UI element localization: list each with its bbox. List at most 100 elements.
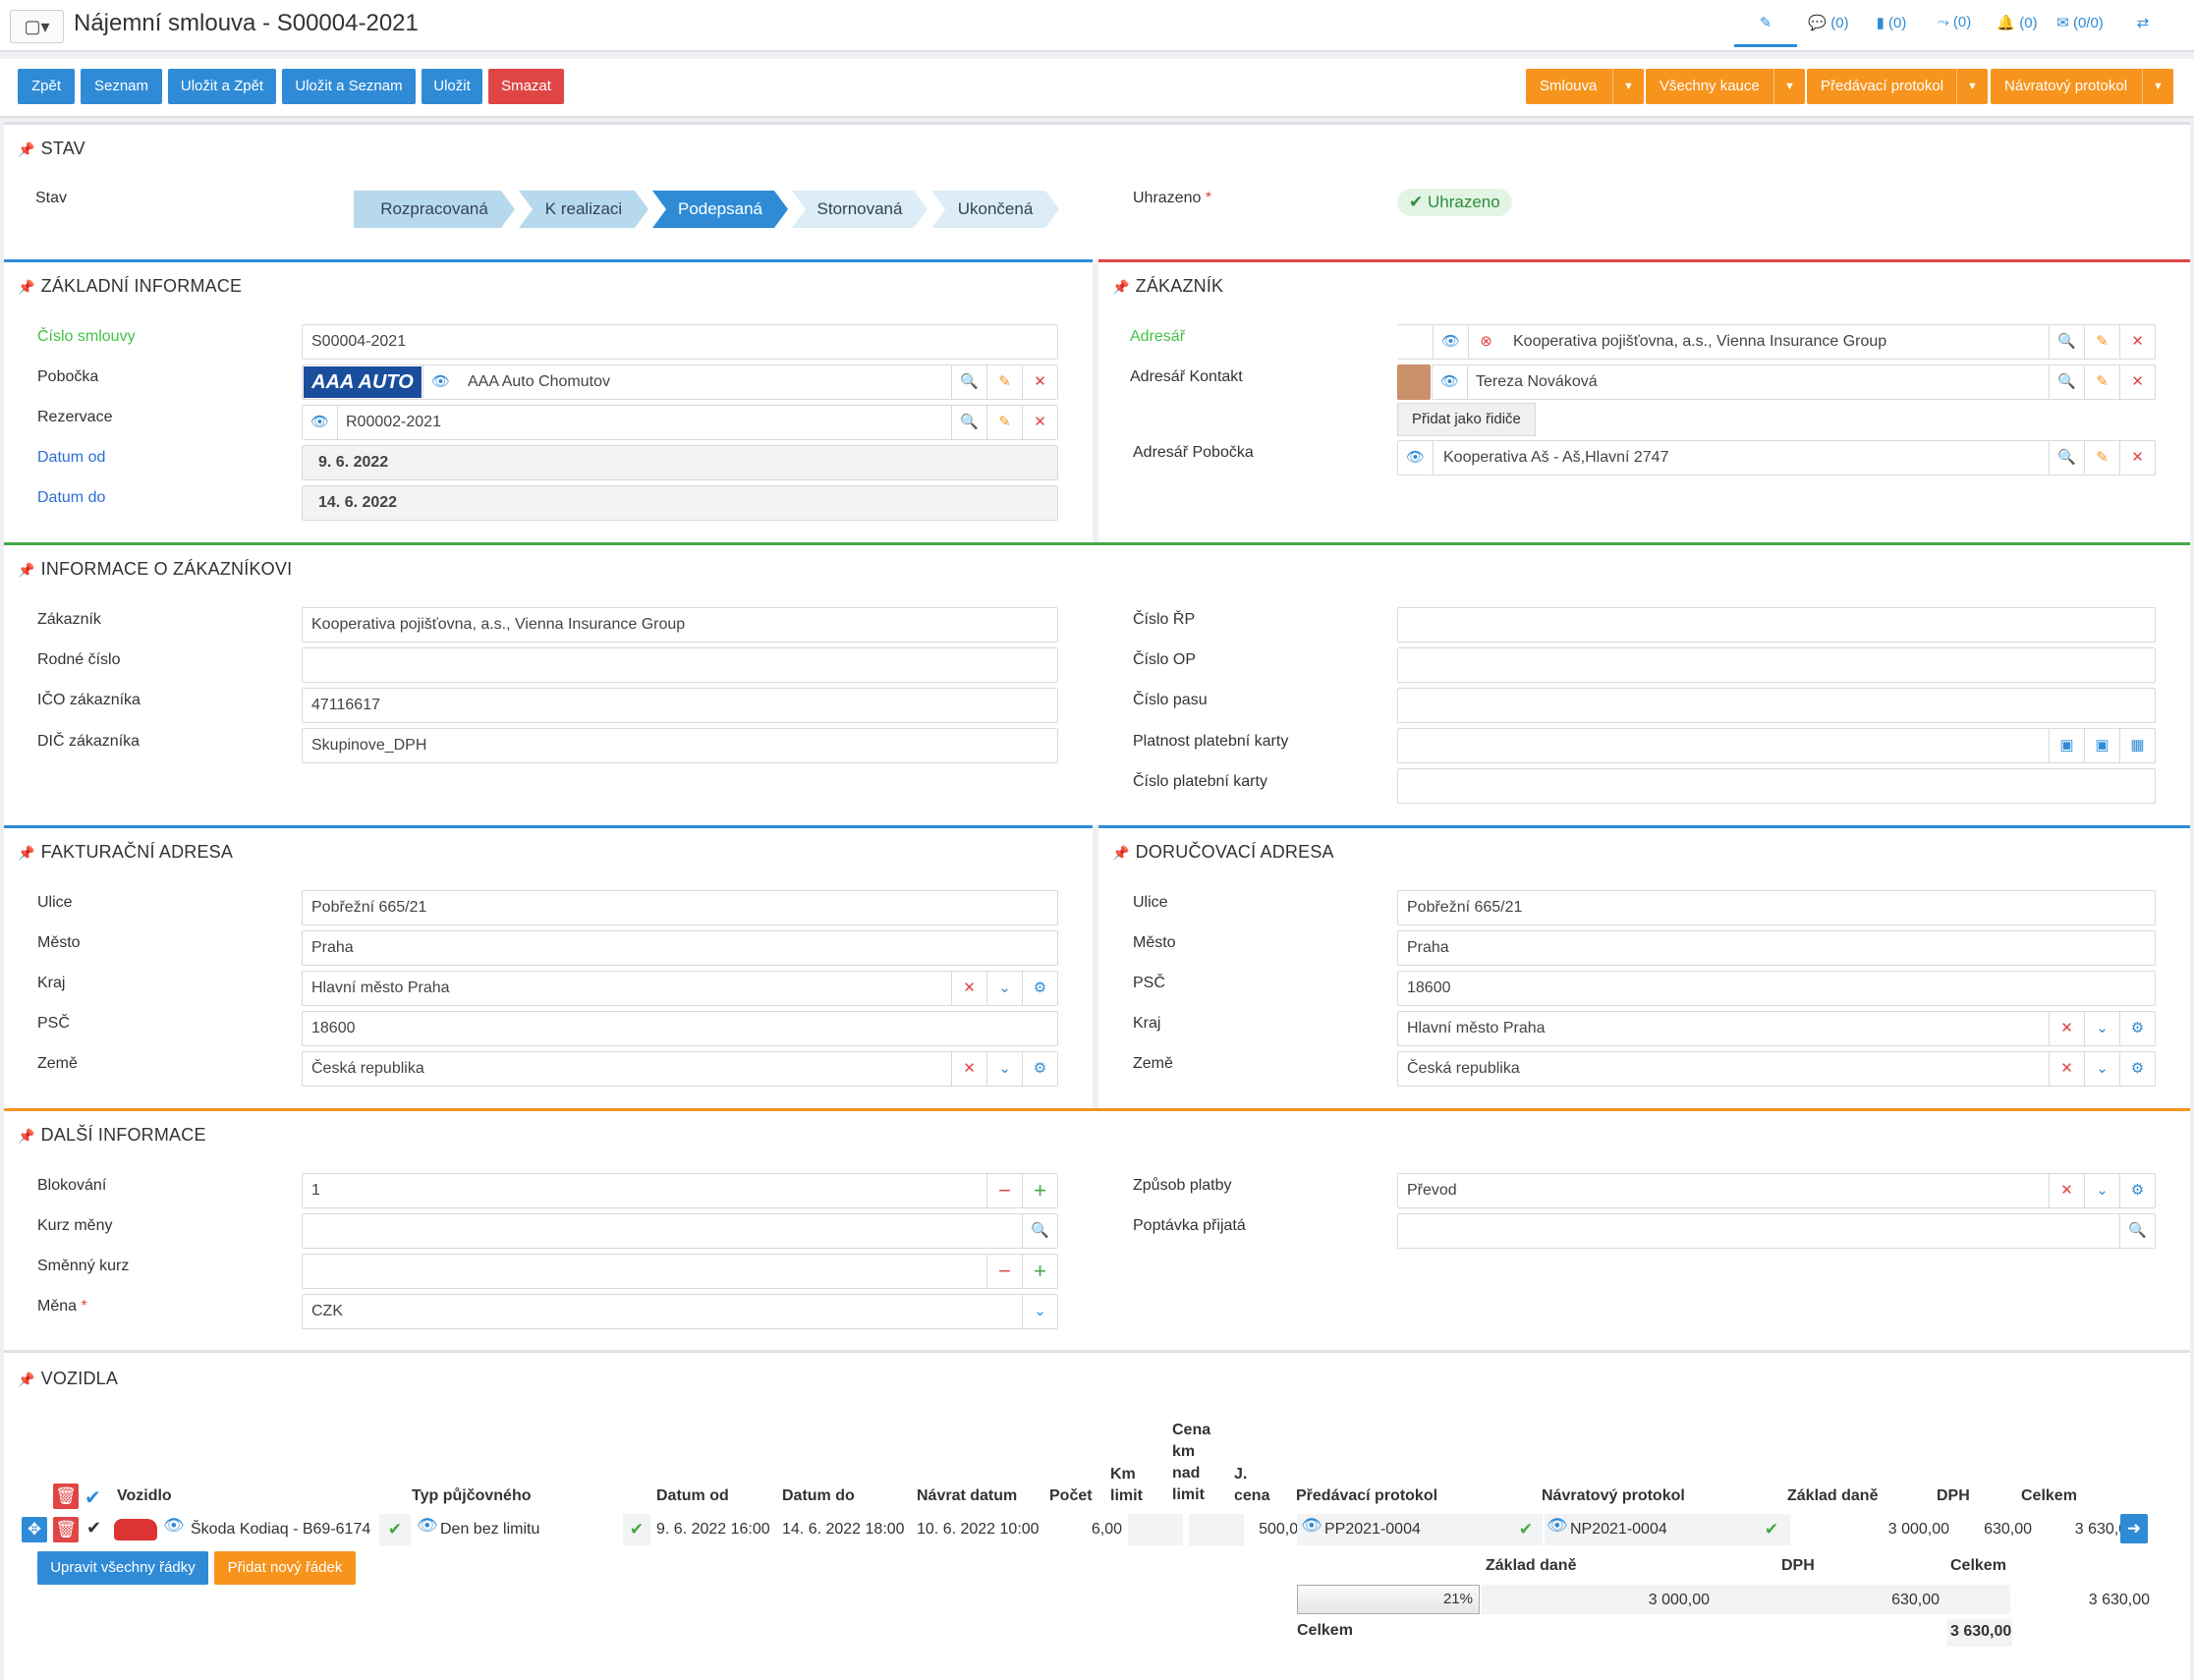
- branch-address-field[interactable]: 👁 Kooperativa Aš - Aš,Hlavní 2747 🔍 ✎ ✕: [1397, 440, 2156, 476]
- clear-x-icon[interactable]: ✕: [2119, 325, 2155, 359]
- search-icon[interactable]: 🔍: [2119, 1214, 2155, 1248]
- handover-dropdown[interactable]: Předávací protokol ▼: [1807, 69, 1988, 104]
- contract-dropdown[interactable]: Smlouva ▼: [1526, 69, 1644, 104]
- delete-button[interactable]: Smazat: [488, 69, 564, 104]
- edit-pencil-icon[interactable]: ✎: [2084, 441, 2119, 475]
- address-book-field[interactable]: 👁 ⊗ Kooperativa pojišťovna, a.s., Vienna…: [1397, 324, 2156, 360]
- save-list-button[interactable]: Uložit a Seznam: [282, 69, 416, 104]
- billing-country-select[interactable]: Česká republika ✕ ⌄ ⚙: [302, 1051, 1058, 1087]
- billing-region-select[interactable]: Hlavní město Praha ✕ ⌄ ⚙: [302, 971, 1058, 1006]
- clear-x-icon[interactable]: ✕: [1022, 365, 1057, 399]
- mail-tab[interactable]: ✉ (0/0): [2049, 14, 2111, 47]
- clear-x-icon[interactable]: ✕: [1022, 406, 1057, 439]
- save-back-button[interactable]: Uložit a Zpět: [168, 69, 276, 104]
- settings-gears-icon[interactable]: ⚙: [2119, 1174, 2155, 1207]
- view-eye-icon[interactable]: 👁: [163, 1516, 185, 1536]
- card-number-field[interactable]: [1397, 768, 2156, 804]
- check-all-icon[interactable]: ✔: [84, 1485, 101, 1510]
- clear-x-icon[interactable]: ✕: [2119, 441, 2155, 475]
- settings-gears-icon[interactable]: ⚙: [2119, 1012, 2155, 1045]
- check-icon[interactable]: ✔: [1757, 1514, 1786, 1545]
- trash-icon[interactable]: 🗑: [53, 1517, 79, 1542]
- remove-circle-icon[interactable]: ⊗: [1468, 325, 1503, 359]
- card-validity-field[interactable]: ▣ ▣ ▦: [1397, 728, 2156, 763]
- settings-gears-icon[interactable]: ⚙: [1022, 1052, 1057, 1086]
- files-tab[interactable]: ▮ (0): [1860, 14, 1923, 47]
- step-ukoncena[interactable]: Ukončená: [931, 191, 1059, 228]
- chevron-down-icon[interactable]: ⌄: [2084, 1174, 2119, 1207]
- chevron-down-icon[interactable]: ⌄: [2084, 1052, 2119, 1086]
- calendar-x-icon[interactable]: ▣: [2084, 729, 2119, 762]
- move-arrows-icon[interactable]: ✥: [22, 1517, 47, 1542]
- chevron-down-icon[interactable]: ⌄: [986, 972, 1022, 1005]
- paid-badge[interactable]: ✔ Uhrazeno: [1397, 189, 1512, 216]
- check-icon[interactable]: ✔: [379, 1514, 411, 1545]
- inquiry-field[interactable]: 🔍: [1397, 1213, 2156, 1249]
- currency-select[interactable]: CZK ⌄: [302, 1294, 1058, 1329]
- date-from-field[interactable]: 9. 6. 2022: [302, 445, 1058, 480]
- payment-method-select[interactable]: Převod ✕ ⌄ ⚙: [1397, 1173, 2156, 1208]
- dic-field[interactable]: Skupinove_DPH: [302, 728, 1058, 763]
- edit-pencil-icon[interactable]: ✎: [986, 406, 1022, 439]
- edit-pencil-icon[interactable]: ✎: [2084, 365, 2119, 399]
- step-k-realizaci[interactable]: K realizaci: [519, 191, 648, 228]
- view-eye-icon[interactable]: 👁: [1433, 365, 1468, 399]
- clear-x-icon[interactable]: ✕: [2049, 1012, 2084, 1045]
- billing-zip-field[interactable]: 18600: [302, 1011, 1058, 1046]
- comments-tab[interactable]: 💬 (0): [1797, 14, 1860, 47]
- view-eye-icon[interactable]: 👁: [1398, 441, 1434, 475]
- settings-gears-icon[interactable]: ⚙: [1022, 972, 1057, 1005]
- deposits-dropdown[interactable]: Všechny kauce ▼: [1646, 69, 1805, 104]
- search-icon[interactable]: 🔍: [1022, 1214, 1057, 1248]
- search-icon[interactable]: 🔍: [2049, 441, 2084, 475]
- search-icon[interactable]: 🔍: [951, 406, 986, 439]
- check-icon[interactable]: ✔: [1511, 1514, 1541, 1545]
- blocking-stepper[interactable]: 1 − +: [302, 1173, 1058, 1208]
- billing-street-field[interactable]: Pobřežní 665/21: [302, 890, 1058, 925]
- view-eye-icon[interactable]: 👁: [1433, 325, 1468, 359]
- minus-icon[interactable]: −: [986, 1255, 1022, 1288]
- edit-all-rows-button[interactable]: Upravit všechny řádky: [37, 1551, 208, 1585]
- date-to-field[interactable]: 14. 6. 2022: [302, 485, 1058, 521]
- list-button[interactable]: Seznam: [81, 69, 162, 104]
- delivery-region-select[interactable]: Hlavní město Praha ✕ ⌄ ⚙: [1397, 1011, 2156, 1046]
- back-button[interactable]: Zpět: [18, 69, 75, 104]
- billing-city-field[interactable]: Praha: [302, 930, 1058, 966]
- clear-x-icon[interactable]: ✕: [2049, 1174, 2084, 1207]
- minus-icon[interactable]: −: [986, 1174, 1022, 1207]
- conversion-rate-stepper[interactable]: − +: [302, 1254, 1058, 1289]
- customer-name-field[interactable]: Kooperativa pojišťovna, a.s., Vienna Ins…: [302, 607, 1058, 643]
- search-icon[interactable]: 🔍: [2049, 365, 2084, 399]
- driving-license-field[interactable]: [1397, 607, 2156, 643]
- step-podepsana[interactable]: Podepsaná: [652, 191, 788, 228]
- notifications-tab[interactable]: 🔔 (0): [1986, 14, 2049, 47]
- ico-field[interactable]: 47116617: [302, 688, 1058, 723]
- activity-tab[interactable]: ⤳ (0): [1923, 14, 1986, 47]
- save-button[interactable]: Uložit: [422, 69, 482, 104]
- birth-number-field[interactable]: [302, 647, 1058, 683]
- calendar-icon[interactable]: ▦: [2119, 729, 2155, 762]
- check-icon[interactable]: ✔: [86, 1518, 101, 1539]
- km-limit-cell[interactable]: [1128, 1514, 1183, 1545]
- record-menu-button[interactable]: ▢▾: [10, 10, 64, 43]
- add-as-driver-button[interactable]: Přidat jako řidiče: [1397, 403, 1536, 436]
- trash-all-icon[interactable]: 🗑: [53, 1484, 79, 1509]
- arrow-right-icon[interactable]: ➜: [2120, 1514, 2148, 1543]
- contact-field[interactable]: 👁 Tereza Nováková 🔍 ✎ ✕: [1432, 364, 2156, 400]
- return-dropdown[interactable]: Návratový protokol ▼: [1991, 69, 2173, 104]
- plus-icon[interactable]: +: [1022, 1255, 1057, 1288]
- delivery-street-field[interactable]: Pobřežní 665/21: [1397, 890, 2156, 925]
- clear-x-icon[interactable]: ✕: [951, 1052, 986, 1086]
- swap-tab[interactable]: ⇄: [2111, 14, 2174, 47]
- exchange-rate-field[interactable]: 🔍: [302, 1213, 1058, 1249]
- edit-pencil-icon[interactable]: ✎: [986, 365, 1022, 399]
- view-eye-icon[interactable]: 👁: [303, 406, 338, 439]
- branch-field[interactable]: AAA AUTO 👁 AAA Auto Chomutov 🔍 ✎ ✕: [302, 364, 1058, 400]
- contract-number-field[interactable]: S00004-2021: [302, 324, 1058, 360]
- search-icon[interactable]: 🔍: [951, 365, 986, 399]
- km-price-cell[interactable]: [1189, 1514, 1244, 1545]
- clear-x-icon[interactable]: ✕: [2119, 365, 2155, 399]
- calendar-check-icon[interactable]: ▣: [2049, 729, 2084, 762]
- view-eye-icon[interactable]: 👁: [1301, 1516, 1322, 1536]
- clear-x-icon[interactable]: ✕: [951, 972, 986, 1005]
